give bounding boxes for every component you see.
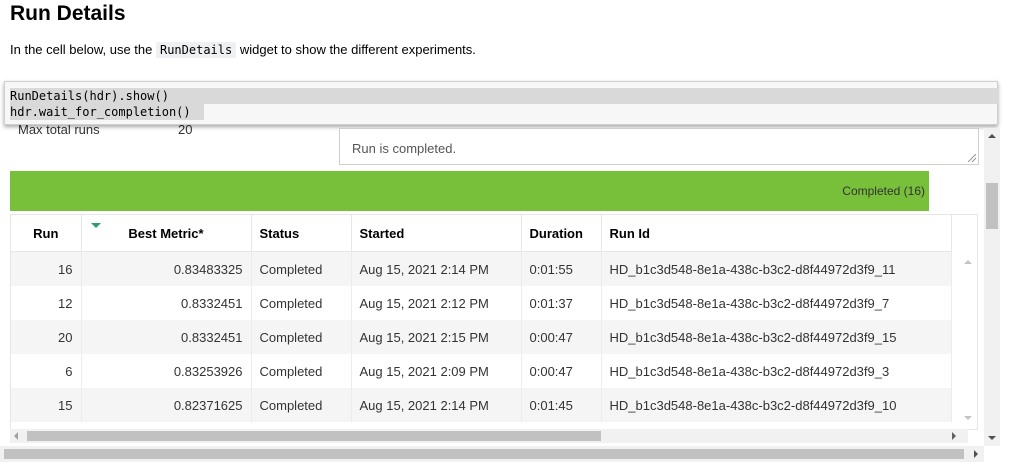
output-horizontal-scrollbar[interactable] — [0, 446, 984, 462]
cell-duration: 0:01:45 — [521, 388, 602, 422]
table-row[interactable]: 20 0.8332451 Completed Aug 15, 2021 2:15… — [11, 320, 952, 354]
cell-best-metric: 0.83253926 — [81, 354, 252, 388]
cell-best-metric: 0.83483325 — [81, 251, 252, 286]
column-header-status[interactable]: Status — [251, 215, 352, 252]
column-header-started[interactable]: Started — [351, 215, 522, 252]
scroll-down-icon[interactable] — [964, 416, 972, 420]
status-text: Run is completed. — [352, 141, 457, 156]
cell-best-metric: 0.8332451 — [81, 320, 252, 354]
table-row[interactable]: 6 0.83253926 Completed Aug 15, 2021 2:09… — [11, 354, 952, 388]
scroll-right-icon[interactable] — [974, 450, 978, 458]
runs-table: Run Best Metric* Status Started Duration… — [10, 214, 978, 430]
cell-run-id: HD_b1c3d548-8e1a-438c-b3c2-d8f44972d3f9_… — [601, 354, 952, 388]
cell-run: 15 — [11, 388, 82, 422]
cell-status: Completed — [251, 354, 352, 388]
column-header-best-metric-label: Best Metric* — [128, 225, 204, 241]
table-horizontal-scrollbar[interactable] — [10, 429, 968, 443]
status-textarea[interactable]: Run is completed. — [339, 128, 979, 165]
scroll-up-icon[interactable] — [964, 260, 972, 264]
column-header-duration[interactable]: Duration — [521, 215, 602, 252]
cell-run: 16 — [11, 251, 82, 286]
code-line-1[interactable]: RunDetails(hdr).show() — [10, 88, 998, 104]
page-title: Run Details — [10, 2, 126, 25]
output-horizontal-scroll-thumb[interactable] — [4, 449, 964, 459]
output-vertical-scroll-thumb[interactable] — [986, 183, 998, 229]
resize-grip-icon[interactable] — [968, 154, 976, 162]
instruction-code: RunDetails — [155, 42, 237, 58]
cell-status: Completed — [251, 388, 352, 422]
table-row[interactable]: 16 0.83483325 Completed Aug 15, 2021 2:1… — [11, 251, 952, 286]
cell-best-metric: 0.82371625 — [81, 388, 252, 422]
cell-duration: 0:00:47 — [521, 354, 602, 388]
cell-started: Aug 15, 2021 2:12 PM — [351, 286, 522, 320]
sort-descending-icon[interactable] — [90, 223, 101, 228]
code-line-2[interactable]: hdr.wait_for_completion() — [10, 104, 204, 120]
cell-status: Completed — [251, 320, 352, 354]
column-header-run[interactable]: Run — [11, 215, 82, 252]
code-cell[interactable]: RunDetails(hdr).show() hdr.wait_for_comp… — [4, 81, 998, 125]
scroll-right-icon[interactable] — [952, 432, 956, 440]
cell-run-id: HD_b1c3d548-8e1a-438c-b3c2-d8f44972d3f9_… — [601, 320, 952, 354]
cell-status: Completed — [251, 251, 352, 286]
scroll-left-icon[interactable] — [14, 432, 18, 440]
table-row[interactable]: 12 0.8332451 Completed Aug 15, 2021 2:12… — [11, 286, 952, 320]
column-header-run-id[interactable]: Run Id — [601, 215, 952, 252]
cell-run-id: HD_b1c3d548-8e1a-438c-b3c2-d8f44972d3f9_… — [601, 388, 952, 422]
cell-started: Aug 15, 2021 2:14 PM — [351, 388, 522, 422]
table-row[interactable]: 15 0.82371625 Completed Aug 15, 2021 2:1… — [11, 388, 952, 422]
scroll-down-icon[interactable] — [988, 436, 996, 440]
progress-bar-fill — [10, 171, 929, 211]
cell-duration: 0:01:55 — [521, 251, 602, 286]
instruction-text: In the cell below, use the RunDetails wi… — [10, 42, 476, 58]
table-header-row: Run Best Metric* Status Started Duration… — [11, 215, 952, 252]
output-vertical-scrollbar[interactable] — [984, 128, 1000, 446]
scroll-up-icon[interactable] — [988, 134, 996, 138]
table-horizontal-scroll-thumb[interactable] — [27, 431, 601, 441]
cell-started: Aug 15, 2021 2:09 PM — [351, 354, 522, 388]
cell-run: 6 — [11, 354, 82, 388]
cell-started: Aug 15, 2021 2:14 PM — [351, 251, 522, 286]
instruction-before: In the cell below, use the — [10, 42, 156, 57]
cell-duration: 0:01:37 — [521, 286, 602, 320]
cell-duration: 0:00:47 — [521, 320, 602, 354]
progress-bar: Completed (16) — [10, 171, 929, 211]
cell-run-id: HD_b1c3d548-8e1a-438c-b3c2-d8f44972d3f9_… — [601, 251, 952, 286]
cell-best-metric: 0.8332451 — [81, 286, 252, 320]
progress-label: Completed (16) — [842, 184, 925, 198]
cell-status: Completed — [251, 286, 352, 320]
cell-run: 12 — [11, 286, 82, 320]
cell-run-id: HD_b1c3d548-8e1a-438c-b3c2-d8f44972d3f9_… — [601, 286, 952, 320]
table-vertical-scrollbar[interactable] — [958, 252, 976, 428]
cell-run: 20 — [11, 320, 82, 354]
column-header-best-metric[interactable]: Best Metric* — [81, 215, 252, 252]
instruction-after: widget to show the different experiments… — [236, 42, 476, 57]
cell-started: Aug 15, 2021 2:15 PM — [351, 320, 522, 354]
